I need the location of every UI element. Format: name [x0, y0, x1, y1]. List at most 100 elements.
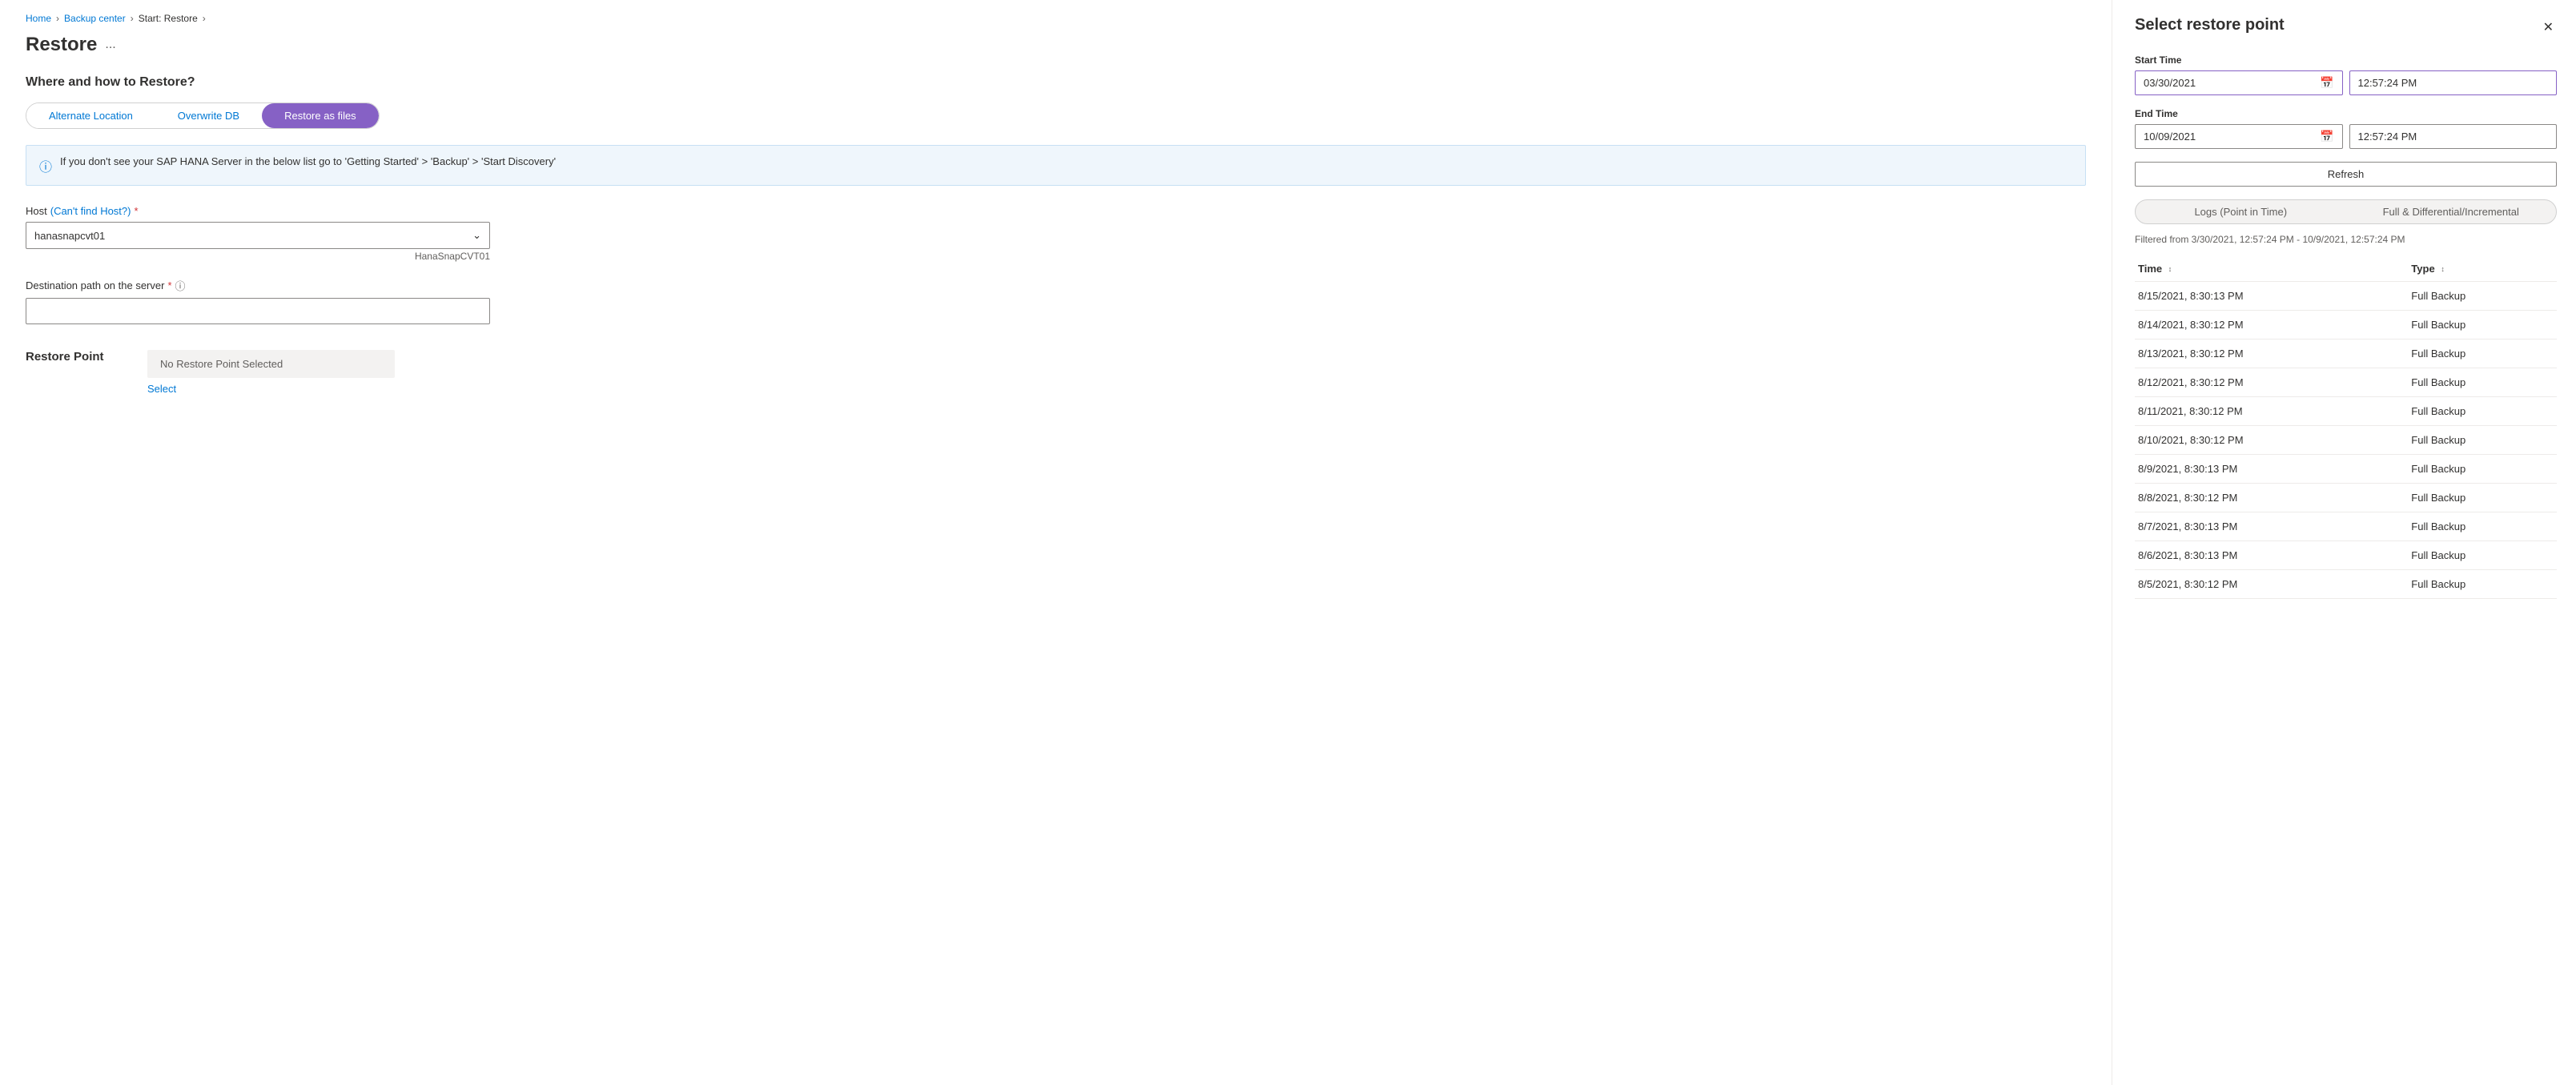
- page-title: Restore: [26, 34, 97, 56]
- table-row[interactable]: 8/12/2021, 8:30:12 PMFull Backup: [2135, 368, 2557, 397]
- cell-type: Full Backup: [2408, 455, 2557, 484]
- cell-time: 8/6/2021, 8:30:13 PM: [2135, 541, 2408, 570]
- type-sort-icon[interactable]: ↕: [2441, 266, 2445, 273]
- end-time-section: End Time 📅: [2135, 108, 2557, 149]
- table-row[interactable]: 8/7/2021, 8:30:13 PMFull Backup: [2135, 512, 2557, 541]
- chevron-down-icon: ⌄: [472, 229, 481, 242]
- page-title-ellipsis[interactable]: ...: [105, 38, 115, 52]
- destination-label-text: Destination path on the server: [26, 279, 164, 291]
- host-dropdown-value: hanasnapcvt01: [34, 230, 105, 242]
- destination-required-marker: *: [167, 279, 171, 291]
- tab-full-differential[interactable]: Full & Differential/Incremental: [2346, 200, 2557, 223]
- col-type-label: Type: [2411, 263, 2434, 275]
- close-button[interactable]: ✕: [2540, 16, 2557, 38]
- start-time-input[interactable]: [2358, 77, 2549, 89]
- table-row[interactable]: 8/6/2021, 8:30:13 PMFull Backup: [2135, 541, 2557, 570]
- table-row[interactable]: 8/11/2021, 8:30:12 PMFull Backup: [2135, 397, 2557, 426]
- breadcrumb-current: Start: Restore: [139, 13, 198, 24]
- end-time-input[interactable]: [2358, 131, 2549, 143]
- cell-type: Full Backup: [2408, 541, 2557, 570]
- info-icon: ⓘ: [39, 156, 52, 175]
- start-calendar-icon[interactable]: 📅: [2320, 76, 2333, 90]
- tab-overwrite-db[interactable]: Overwrite DB: [155, 103, 262, 128]
- cell-time: 8/15/2021, 8:30:13 PM: [2135, 282, 2408, 311]
- cant-find-host-link[interactable]: (Can't find Host?): [50, 205, 131, 217]
- page-title-area: Restore ...: [26, 34, 2086, 56]
- host-label-text: Host: [26, 205, 47, 217]
- destination-label: Destination path on the server * ⓘ: [26, 278, 2086, 293]
- table-row[interactable]: 8/8/2021, 8:30:12 PMFull Backup: [2135, 484, 2557, 512]
- restore-point-label: Restore Point: [26, 350, 122, 364]
- host-field-group: Host (Can't find Host?) * hanasnapcvt01 …: [26, 205, 2086, 262]
- host-hint: HanaSnapCVT01: [26, 251, 490, 262]
- destination-field-group: Destination path on the server * ⓘ: [26, 278, 2086, 324]
- info-box: ⓘ If you don't see your SAP HANA Server …: [26, 145, 2086, 186]
- cell-time: 8/12/2021, 8:30:12 PM: [2135, 368, 2408, 397]
- cell-time: 8/7/2021, 8:30:13 PM: [2135, 512, 2408, 541]
- section-title: Where and how to Restore?: [26, 75, 2086, 90]
- start-time-row: 📅: [2135, 70, 2557, 95]
- start-date-input[interactable]: [2144, 77, 2320, 89]
- left-panel: Home › Backup center › Start: Restore › …: [0, 0, 2112, 1085]
- cell-type: Full Backup: [2408, 484, 2557, 512]
- filtered-range-text: Filtered from 3/30/2021, 12:57:24 PM - 1…: [2135, 234, 2557, 245]
- start-date-input-wrap[interactable]: 📅: [2135, 70, 2343, 95]
- host-required-marker: *: [134, 205, 138, 217]
- info-box-text: If you don't see your SAP HANA Server in…: [60, 155, 556, 175]
- table-row[interactable]: 8/15/2021, 8:30:13 PMFull Backup: [2135, 282, 2557, 311]
- cell-time: 8/8/2021, 8:30:12 PM: [2135, 484, 2408, 512]
- panel-title: Select restore point: [2135, 16, 2285, 34]
- tab-alternate-location[interactable]: Alternate Location: [26, 103, 155, 128]
- destination-input[interactable]: [26, 298, 490, 324]
- cell-time: 8/10/2021, 8:30:12 PM: [2135, 426, 2408, 455]
- restore-type-tabs: Alternate Location Overwrite DB Restore …: [26, 102, 380, 129]
- cell-time: 8/14/2021, 8:30:12 PM: [2135, 311, 2408, 340]
- cell-type: Full Backup: [2408, 311, 2557, 340]
- breadcrumb: Home › Backup center › Start: Restore ›: [26, 13, 2086, 24]
- col-header-time[interactable]: Time ↕: [2135, 256, 2408, 282]
- host-dropdown[interactable]: hanasnapcvt01 ⌄: [26, 222, 490, 249]
- restore-point-value-area: No Restore Point Selected Select: [147, 350, 395, 395]
- table-row[interactable]: 8/10/2021, 8:30:12 PMFull Backup: [2135, 426, 2557, 455]
- end-calendar-icon[interactable]: 📅: [2320, 130, 2333, 143]
- table-row[interactable]: 8/9/2021, 8:30:13 PMFull Backup: [2135, 455, 2557, 484]
- restore-point-section: Restore Point No Restore Point Selected …: [26, 350, 2086, 395]
- cell-time: 8/11/2021, 8:30:12 PM: [2135, 397, 2408, 426]
- cell-type: Full Backup: [2408, 397, 2557, 426]
- restore-points-table: Time ↕ Type ↕ 8/15/2021, 8:30:13 PMFull …: [2135, 256, 2557, 599]
- no-restore-point-text: No Restore Point Selected: [147, 350, 395, 378]
- cell-time: 8/13/2021, 8:30:12 PM: [2135, 340, 2408, 368]
- time-sort-icon[interactable]: ↕: [2168, 266, 2172, 273]
- destination-info-icon[interactable]: ⓘ: [175, 278, 186, 293]
- tab-logs-point-in-time[interactable]: Logs (Point in Time): [2136, 200, 2346, 223]
- end-date-input-wrap[interactable]: 📅: [2135, 124, 2343, 149]
- cell-time: 8/5/2021, 8:30:12 PM: [2135, 570, 2408, 599]
- cell-time: 8/9/2021, 8:30:13 PM: [2135, 455, 2408, 484]
- start-time-section: Start Time 📅: [2135, 54, 2557, 95]
- table-row[interactable]: 8/13/2021, 8:30:12 PMFull Backup: [2135, 340, 2557, 368]
- refresh-button[interactable]: Refresh: [2135, 162, 2557, 187]
- start-time-label: Start Time: [2135, 54, 2557, 66]
- cell-type: Full Backup: [2408, 340, 2557, 368]
- select-restore-point-link[interactable]: Select: [147, 383, 395, 395]
- end-time-input-wrap[interactable]: [2349, 124, 2558, 149]
- breadcrumb-sep-3: ›: [203, 13, 206, 24]
- end-time-label: End Time: [2135, 108, 2557, 119]
- table-body: 8/15/2021, 8:30:13 PMFull Backup8/14/202…: [2135, 282, 2557, 599]
- cell-type: Full Backup: [2408, 570, 2557, 599]
- end-date-input[interactable]: [2144, 131, 2320, 143]
- end-time-row: 📅: [2135, 124, 2557, 149]
- host-label: Host (Can't find Host?) *: [26, 205, 2086, 217]
- table-row[interactable]: 8/14/2021, 8:30:12 PMFull Backup: [2135, 311, 2557, 340]
- tab-restore-files[interactable]: Restore as files: [262, 103, 379, 128]
- table-row[interactable]: 8/5/2021, 8:30:12 PMFull Backup: [2135, 570, 2557, 599]
- col-header-type[interactable]: Type ↕: [2408, 256, 2557, 282]
- cell-type: Full Backup: [2408, 282, 2557, 311]
- breadcrumb-home[interactable]: Home: [26, 13, 51, 24]
- start-time-input-wrap[interactable]: [2349, 70, 2558, 95]
- breadcrumb-sep-1: ›: [56, 13, 59, 24]
- breadcrumb-backup-center[interactable]: Backup center: [64, 13, 126, 24]
- table-header: Time ↕ Type ↕: [2135, 256, 2557, 282]
- breadcrumb-sep-2: ›: [131, 13, 134, 24]
- cell-type: Full Backup: [2408, 426, 2557, 455]
